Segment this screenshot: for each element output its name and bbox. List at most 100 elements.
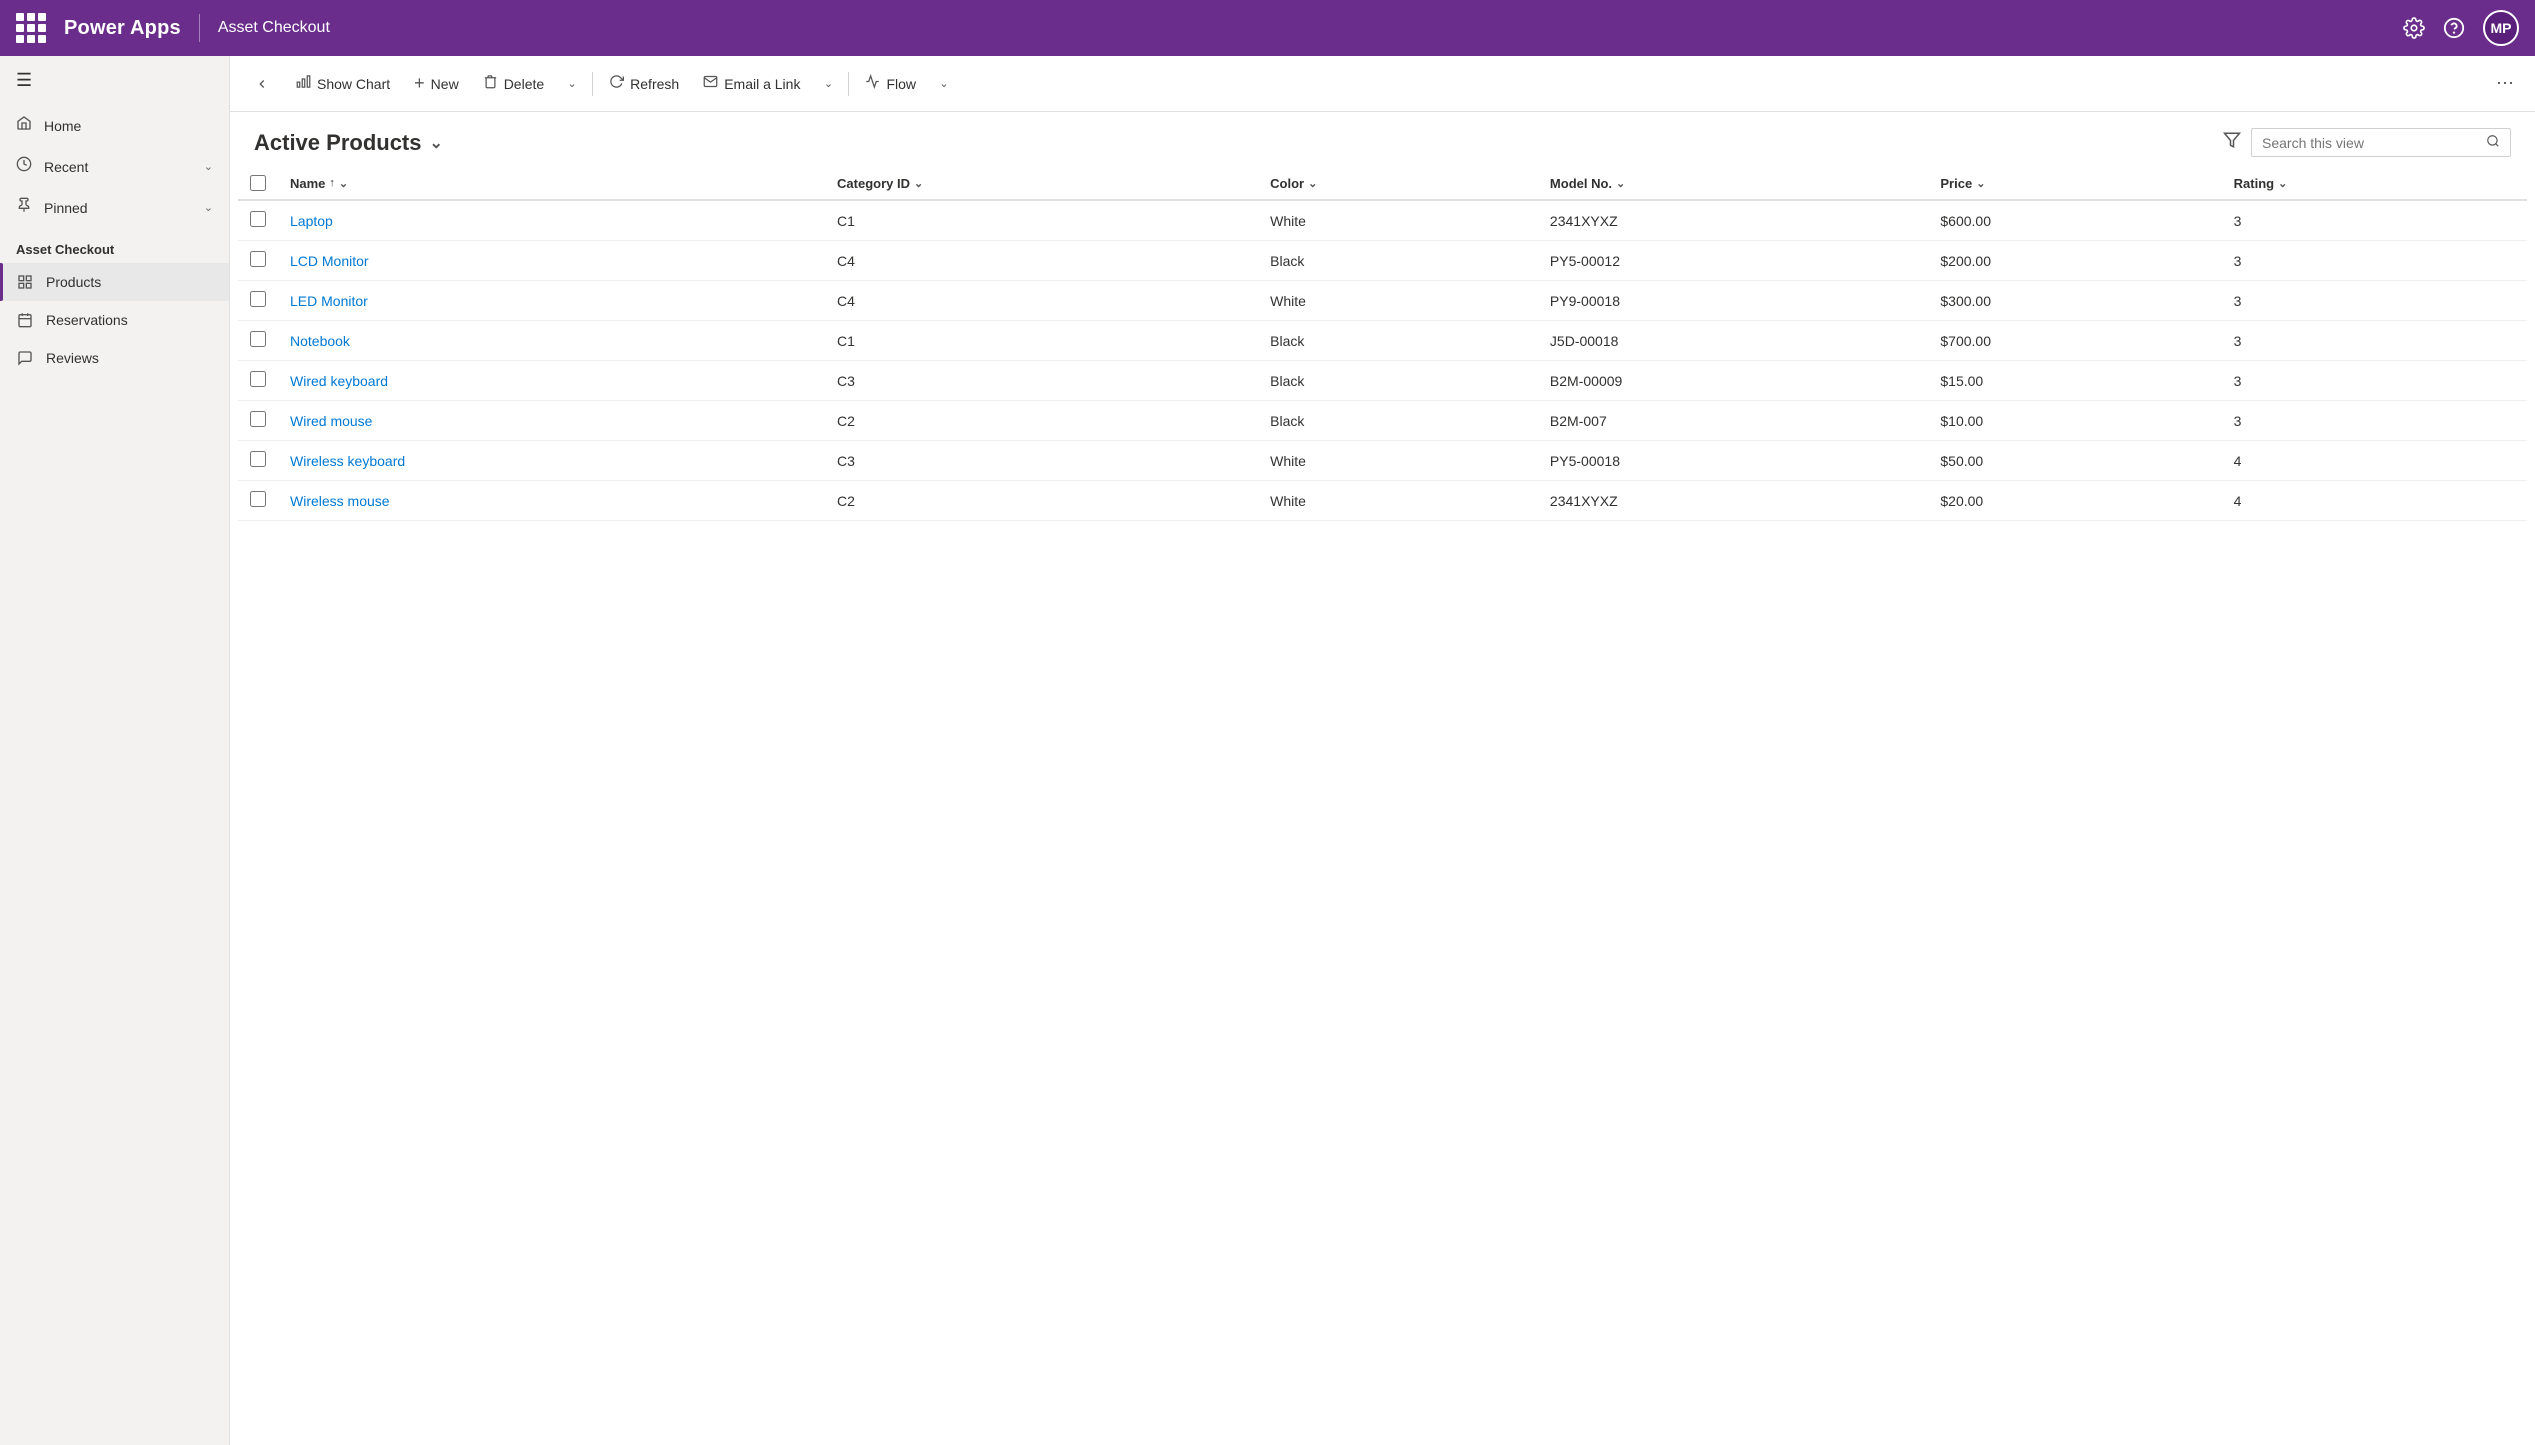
avatar[interactable]: MP [2483, 10, 2519, 46]
row-checkbox[interactable] [250, 371, 266, 387]
col-color-chevron-icon[interactable]: ⌄ [1308, 177, 1317, 190]
table-body: Laptop C1 White 2341XYXZ $600.00 3 LCD M… [238, 200, 2527, 521]
flow-button[interactable]: Flow [855, 68, 926, 99]
apps-grid-icon[interactable] [16, 13, 46, 43]
sidebar-item-reservations[interactable]: Reservations [0, 301, 229, 339]
email-link-label: Email a Link [724, 76, 800, 92]
table-row: Wireless mouse C2 White 2341XYXZ $20.00 … [238, 481, 2527, 521]
recent-chevron-icon: ⌄ [204, 160, 213, 173]
col-header-category[interactable]: Category ID ⌄ [825, 167, 1258, 200]
row-checkbox-cell[interactable] [238, 321, 278, 361]
search-box [2251, 128, 2511, 157]
settings-icon[interactable] [2403, 17, 2425, 39]
row-checkbox[interactable] [250, 331, 266, 347]
row-checkbox-cell[interactable] [238, 200, 278, 241]
col-model-chevron-icon[interactable]: ⌄ [1616, 177, 1625, 190]
row-rating: 3 [2222, 401, 2527, 441]
sort-asc-icon: ↑ [329, 177, 335, 189]
row-name[interactable]: Laptop [278, 200, 825, 241]
row-model: 2341XYXZ [1538, 481, 1928, 521]
table-row: Laptop C1 White 2341XYXZ $600.00 3 [238, 200, 2527, 241]
table-row: Wired keyboard C3 Black B2M-00009 $15.00… [238, 361, 2527, 401]
filter-icon[interactable] [2223, 131, 2241, 154]
col-header-model[interactable]: Model No. ⌄ [1538, 167, 1928, 200]
row-checkbox[interactable] [250, 491, 266, 507]
email-icon [703, 74, 718, 93]
app-name: Power Apps [64, 17, 181, 40]
row-name[interactable]: Wireless keyboard [278, 441, 825, 481]
col-header-price[interactable]: Price ⌄ [1928, 167, 2221, 200]
search-input[interactable] [2262, 135, 2478, 151]
back-button[interactable] [246, 68, 278, 100]
row-category: C2 [825, 481, 1258, 521]
col-header-color[interactable]: Color ⌄ [1258, 167, 1538, 200]
col-price-label: Price [1940, 176, 1972, 191]
col-header-rating[interactable]: Rating ⌄ [2222, 167, 2527, 200]
row-checkbox-cell[interactable] [238, 281, 278, 321]
more-button[interactable]: ⋯ [2491, 70, 2519, 98]
row-checkbox[interactable] [250, 291, 266, 307]
col-rating-chevron-icon[interactable]: ⌄ [2278, 177, 2287, 190]
row-category: C3 [825, 361, 1258, 401]
row-checkbox-cell[interactable] [238, 361, 278, 401]
row-checkbox-cell[interactable] [238, 481, 278, 521]
hamburger-icon[interactable]: ☰ [0, 56, 229, 105]
row-name[interactable]: Notebook [278, 321, 825, 361]
row-checkbox-cell[interactable] [238, 441, 278, 481]
command-bar: Show Chart + New Delete ⌄ Refresh [230, 56, 2535, 112]
sidebar-item-products[interactable]: Products [0, 263, 229, 301]
row-name[interactable]: Wired mouse [278, 401, 825, 441]
search-icon[interactable] [2486, 134, 2500, 151]
sidebar-item-recent[interactable]: Recent ⌄ [0, 146, 229, 187]
row-checkbox-cell[interactable] [238, 401, 278, 441]
row-price: $15.00 [1928, 361, 2221, 401]
email-chevron-button[interactable]: ⌄ [814, 70, 842, 98]
row-checkbox[interactable] [250, 411, 266, 427]
row-price: $200.00 [1928, 241, 2221, 281]
help-icon[interactable] [2443, 17, 2465, 39]
refresh-icon [609, 74, 624, 93]
cmd-separator-2 [848, 72, 849, 96]
row-model: PY5-00018 [1538, 441, 1928, 481]
row-price: $600.00 [1928, 200, 2221, 241]
sidebar-item-reviews[interactable]: Reviews [0, 339, 229, 377]
col-category-chevron-icon[interactable]: ⌄ [914, 177, 923, 190]
pinned-chevron-icon: ⌄ [204, 201, 213, 214]
col-name-chevron-icon[interactable]: ⌄ [339, 177, 348, 190]
show-chart-button[interactable]: Show Chart [286, 68, 400, 99]
sidebar-item-home[interactable]: Home [0, 105, 229, 146]
delete-button[interactable]: Delete [473, 68, 554, 99]
row-name[interactable]: LCD Monitor [278, 241, 825, 281]
table-row: Wired mouse C2 Black B2M-007 $10.00 3 [238, 401, 2527, 441]
email-link-button[interactable]: Email a Link [693, 68, 810, 99]
delete-chevron-button[interactable]: ⌄ [558, 70, 586, 98]
row-category: C2 [825, 401, 1258, 441]
row-name[interactable]: Wired keyboard [278, 361, 825, 401]
col-header-name[interactable]: Name ↑ ⌄ [278, 167, 825, 200]
table-row: LED Monitor C4 White PY9-00018 $300.00 3 [238, 281, 2527, 321]
row-model: B2M-00009 [1538, 361, 1928, 401]
view-header-right [2223, 128, 2511, 157]
new-label: New [431, 76, 459, 92]
new-button[interactable]: + New [404, 67, 469, 100]
row-checkbox-cell[interactable] [238, 241, 278, 281]
row-rating: 4 [2222, 481, 2527, 521]
row-checkbox[interactable] [250, 211, 266, 227]
page-title: Asset Checkout [218, 19, 330, 37]
row-price: $20.00 [1928, 481, 2221, 521]
row-checkbox[interactable] [250, 451, 266, 467]
row-model: B2M-007 [1538, 401, 1928, 441]
main-layout: ☰ Home Recent ⌄ Pinned ⌄ Asset Checkout [0, 56, 2535, 1445]
row-checkbox[interactable] [250, 251, 266, 267]
select-all-checkbox[interactable] [250, 175, 266, 191]
flow-chevron-button[interactable]: ⌄ [930, 70, 958, 98]
delete-label: Delete [504, 76, 544, 92]
row-name[interactable]: Wireless mouse [278, 481, 825, 521]
refresh-button[interactable]: Refresh [599, 68, 689, 99]
row-name[interactable]: LED Monitor [278, 281, 825, 321]
col-price-chevron-icon[interactable]: ⌄ [1976, 177, 1985, 190]
view-title[interactable]: Active Products ⌄ [254, 130, 443, 156]
row-model: PY9-00018 [1538, 281, 1928, 321]
sidebar-item-pinned[interactable]: Pinned ⌄ [0, 187, 229, 228]
select-all-header[interactable] [238, 167, 278, 200]
